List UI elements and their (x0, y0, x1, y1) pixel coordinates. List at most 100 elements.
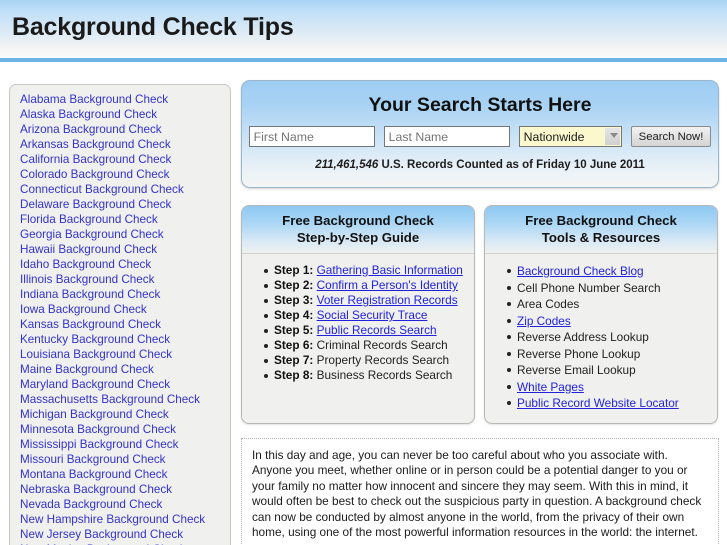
list-item: Florida Background Check (20, 212, 230, 227)
state-select[interactable]: Nationwide (518, 126, 622, 147)
guide-step-number: Step 8: (274, 368, 314, 382)
tool-item: Cell Phone Number Search (507, 280, 717, 297)
list-item: Georgia Background Check (20, 227, 230, 242)
sidebar-item-state-link[interactable]: Indiana Background Check (20, 287, 230, 302)
sidebar-item-state-link[interactable]: Kansas Background Check (20, 317, 230, 332)
list-item: Idaho Background Check (20, 257, 230, 272)
list-item: Nebraska Background Check (20, 482, 230, 497)
guide-step-label: Criminal Records Search (316, 338, 448, 352)
list-item: Massachusetts Background Check (20, 392, 230, 407)
tool-link[interactable]: Public Record Website Locator (517, 396, 679, 410)
sidebar-item-state-link[interactable]: Connecticut Background Check (20, 182, 230, 197)
guide-step-item: Step 1: Gathering Basic Information (264, 263, 474, 278)
list-item: Montana Background Check (20, 467, 230, 482)
guide-step-label: Property Records Search (316, 353, 450, 367)
sidebar-item-state-link[interactable]: Idaho Background Check (20, 257, 230, 272)
sidebar-item-state-link[interactable]: Arizona Background Check (20, 122, 230, 137)
sidebar-item-state-link[interactable]: Iowa Background Check (20, 302, 230, 317)
list-item: Connecticut Background Check (20, 182, 230, 197)
page-title: Background Check Tips (12, 13, 294, 41)
list-item: Colorado Background Check (20, 167, 230, 182)
sidebar-item-state-link[interactable]: Colorado Background Check (20, 167, 230, 182)
sidebar-item-state-link[interactable]: Montana Background Check (20, 467, 230, 482)
guide-step-item: Step 5: Public Records Search (264, 323, 474, 338)
guide-step-item: Step 8: Business Records Search (264, 368, 474, 383)
sidebar-item-state-link[interactable]: Hawaii Background Check (20, 242, 230, 257)
guide-step-number: Step 1: (274, 263, 314, 277)
sidebar-item-state-link[interactable]: Alabama Background Check (20, 92, 230, 107)
sidebar-item-state-link[interactable]: Illinois Background Check (20, 272, 230, 287)
guide-step-item: Step 3: Voter Registration Records (264, 293, 474, 308)
guide-step-link[interactable]: Voter Registration Records (317, 293, 458, 307)
list-item: Indiana Background Check (20, 287, 230, 302)
record-count-text: U.S. Records Counted as of Friday 10 Jun… (378, 159, 645, 171)
search-panel: Your Search Starts Here Nationwide Searc… (241, 80, 719, 188)
sidebar-item-state-link[interactable]: New Jersey Background Check (20, 527, 230, 542)
guide-step-number: Step 2: (274, 278, 314, 292)
sidebar-item-state-link[interactable]: Delaware Background Check (20, 197, 230, 212)
tool-item: Reverse Email Lookup (507, 362, 717, 379)
guide-step-link[interactable]: Public Records Search (317, 323, 437, 337)
list-item: California Background Check (20, 152, 230, 167)
tool-link[interactable]: White Pages (517, 380, 584, 394)
list-item: Alaska Background Check (20, 107, 230, 122)
sidebar-item-state-link[interactable]: Georgia Background Check (20, 227, 230, 242)
sidebar-item-state-link[interactable]: Maryland Background Check (20, 377, 230, 392)
list-item: Arizona Background Check (20, 122, 230, 137)
guide-step-number: Step 6: (274, 338, 314, 352)
sidebar-item-state-link[interactable]: Mississippi Background Check (20, 437, 230, 452)
sidebar-item-state-link[interactable]: Louisiana Background Check (20, 347, 230, 362)
guide-step-number: Step 5: (274, 323, 314, 337)
sidebar-item-state-link[interactable]: Kentucky Background Check (20, 332, 230, 347)
tool-label: Reverse Email Lookup (517, 363, 636, 377)
sidebar-item-state-link[interactable]: Florida Background Check (20, 212, 230, 227)
list-item: Illinois Background Check (20, 272, 230, 287)
list-item: Missouri Background Check (20, 452, 230, 467)
sidebar-item-state-link[interactable]: Maine Background Check (20, 362, 230, 377)
guide-panel-title-line2: Step-by-Step Guide (296, 230, 420, 245)
guide-step-link[interactable]: Confirm a Person's Identity (317, 278, 458, 292)
sidebar-item-state-link[interactable]: Minnesota Background Check (20, 422, 230, 437)
search-now-button[interactable]: Search Now! (630, 126, 712, 147)
sidebar-item-state-link[interactable]: Massachusetts Background Check (20, 392, 230, 407)
sidebar-item-state-link[interactable]: New Hampshire Background Check (20, 512, 230, 527)
guide-step-item: Step 6: Criminal Records Search (264, 338, 474, 353)
last-name-input[interactable] (383, 126, 510, 147)
sidebar-item-state-link[interactable]: Missouri Background Check (20, 452, 230, 467)
step-by-step-guide-panel: Free Background Check Step-by-Step Guide… (241, 205, 475, 424)
tool-label: Reverse Address Lookup (517, 330, 649, 344)
sidebar-item-state-link[interactable]: Michigan Background Check (20, 407, 230, 422)
guide-step-link[interactable]: Gathering Basic Information (317, 263, 463, 277)
list-item: Delaware Background Check (20, 197, 230, 212)
tool-item: White Pages (507, 379, 717, 396)
tools-resources-panel: Free Background Check Tools & Resources … (484, 205, 718, 424)
tool-label: Area Codes (517, 297, 580, 311)
guide-step-item: Step 2: Confirm a Person's Identity (264, 278, 474, 293)
tool-link[interactable]: Zip Codes (517, 314, 571, 328)
sidebar-item-state-link[interactable]: Nebraska Background Check (20, 482, 230, 497)
state-links-sidebar: Alabama Background Check Alaska Backgroun… (9, 84, 231, 545)
guide-panel-header: Free Background Check Step-by-Step Guide (242, 206, 474, 254)
info-panels-row: Free Background Check Step-by-Step Guide… (241, 205, 719, 424)
sidebar-item-state-link[interactable]: Arkansas Background Check (20, 137, 230, 152)
list-item: Louisiana Background Check (20, 347, 230, 362)
guide-step-link[interactable]: Social Security Trace (317, 308, 428, 322)
sidebar-item-state-link[interactable]: Alaska Background Check (20, 107, 230, 122)
state-select-wrapper: Nationwide (518, 126, 622, 147)
tool-item: Reverse Address Lookup (507, 329, 717, 346)
sidebar-item-state-link[interactable]: Nevada Background Check (20, 497, 230, 512)
sidebar-item-state-link[interactable]: California Background Check (20, 152, 230, 167)
list-item: Maine Background Check (20, 362, 230, 377)
site-header: Background Check Tips (0, 0, 727, 62)
first-name-input[interactable] (248, 126, 375, 147)
guide-step-number: Step 4: (274, 308, 314, 322)
list-item: Hawaii Background Check (20, 242, 230, 257)
tools-list: Background Check Blog Cell Phone Number S… (485, 254, 717, 423)
tool-item: Area Codes (507, 296, 717, 313)
list-item: Minnesota Background Check (20, 422, 230, 437)
guide-step-list: Step 1: Gathering Basic Information Step … (242, 254, 474, 394)
tool-link[interactable]: Background Check Blog (517, 264, 644, 278)
guide-panel-title-line1: Free Background Check (282, 213, 434, 228)
list-item: Maryland Background Check (20, 377, 230, 392)
list-item: New Jersey Background Check (20, 527, 230, 542)
